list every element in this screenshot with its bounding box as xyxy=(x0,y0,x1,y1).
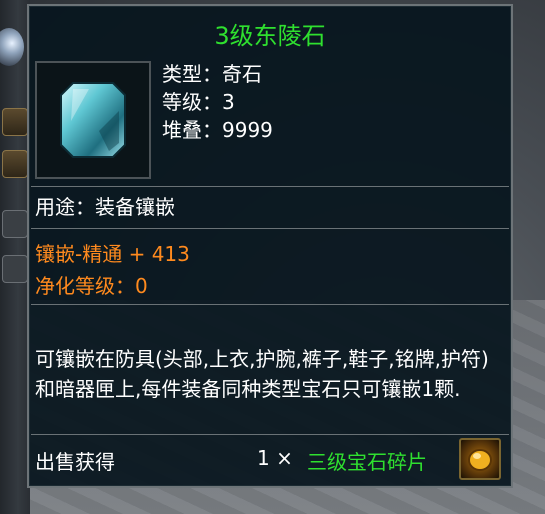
item-name: 3级东陵石 xyxy=(214,22,326,50)
usage-label: 用途： xyxy=(35,195,95,219)
usage-row: 用途：装备镶嵌 xyxy=(35,191,175,220)
lock-slot-icon[interactable] xyxy=(2,150,28,178)
item-tooltip: 3级东陵石 类型：奇石 等级：3 堆叠：9999 用途：装备镶嵌 镶嵌-精通 +… xyxy=(27,4,513,488)
inlay-bonus: 镶嵌-精通 + 413 xyxy=(35,242,190,266)
stack-value: 9999 xyxy=(222,118,273,142)
item-description: 可镶嵌在防具(头部,上衣,护腕,裤子,鞋子,铭牌,护符)和暗器匣上,每件装备同种… xyxy=(35,347,489,401)
lock-slot-icon[interactable] xyxy=(2,210,28,238)
level-row: 等级：3 xyxy=(162,88,273,116)
divider xyxy=(31,228,509,229)
type-label: 类型： xyxy=(162,62,222,86)
divider xyxy=(31,304,509,305)
refine-value: 0 xyxy=(135,274,148,298)
sell-item-name: 三级宝石碎片 xyxy=(307,450,427,474)
refine-label: 净化等级： xyxy=(35,274,135,298)
usage-value: 装备镶嵌 xyxy=(95,195,175,219)
item-stats: 类型：奇石 等级：3 堆叠：9999 xyxy=(162,60,273,144)
item-icon-frame xyxy=(35,61,151,179)
level-value: 3 xyxy=(222,90,235,114)
stack-row: 堆叠：9999 xyxy=(162,116,273,144)
sell-quantity: 1 × xyxy=(257,446,293,470)
turquoise-gem-icon xyxy=(60,82,126,158)
type-row: 类型：奇石 xyxy=(162,60,273,88)
gem-fragment-icon-graphic xyxy=(468,449,492,471)
divider xyxy=(31,186,509,187)
sell-label: 出售获得 xyxy=(35,450,115,474)
orb-icon[interactable] xyxy=(0,28,24,66)
game-side-toolbar xyxy=(0,0,30,514)
lock-slot-icon[interactable] xyxy=(2,108,28,136)
type-value: 奇石 xyxy=(222,62,262,86)
gem-fragment-icon[interactable] xyxy=(459,438,501,480)
divider xyxy=(31,434,509,435)
level-label: 等级： xyxy=(162,90,222,114)
lock-slot-icon[interactable] xyxy=(2,255,28,283)
stack-label: 堆叠： xyxy=(162,118,222,142)
refine-row: 净化等级：0 xyxy=(35,270,148,299)
